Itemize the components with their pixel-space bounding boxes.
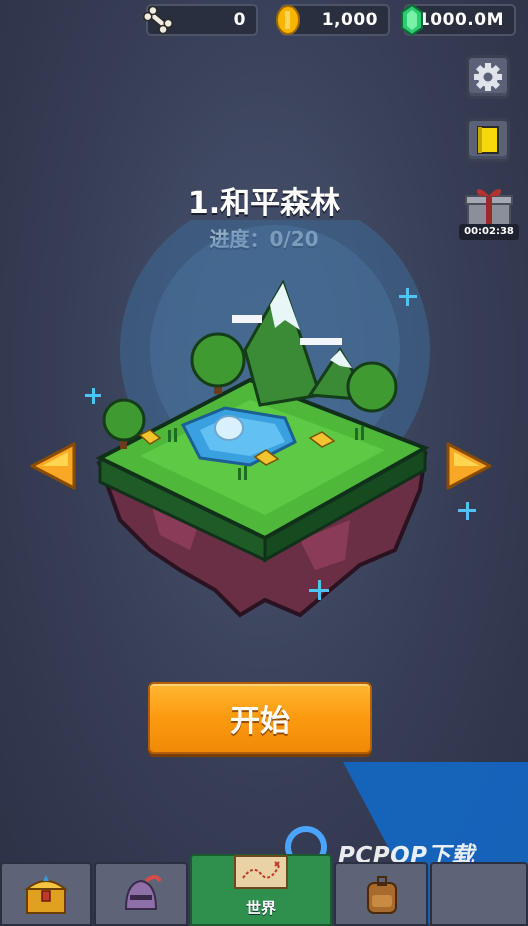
codex-book-button[interactable] — [466, 118, 510, 162]
tab-hero[interactable] — [94, 862, 188, 926]
treasure-map-icon — [234, 855, 288, 889]
tab-world[interactable]: 世界 — [190, 854, 332, 926]
tab-treasure[interactable] — [0, 862, 92, 926]
start-button-label: 开始 — [230, 704, 290, 739]
next-level-arrow[interactable] — [444, 440, 494, 492]
bone-icon — [143, 5, 173, 35]
bottom-tab-bar: 世界 — [0, 854, 528, 926]
knight-helmet-icon — [124, 875, 162, 910]
tab-world-label: 世界 — [245, 899, 276, 917]
gear-icon — [474, 63, 502, 91]
settings-button[interactable] — [466, 55, 510, 99]
start-button[interactable]: 开始 — [148, 682, 372, 754]
level-title: 1.和平森林 — [187, 186, 341, 221]
gem-icon — [401, 3, 423, 37]
tab-extra[interactable] — [430, 862, 528, 926]
coin-icon — [276, 5, 300, 35]
coin-count: 1,000 — [321, 10, 378, 30]
tab-bag[interactable] — [334, 862, 428, 926]
gem-counter: 1000.0M — [401, 3, 516, 37]
book-icon — [477, 126, 499, 154]
treasure-chest-icon — [24, 875, 68, 914]
floating-island-illustration[interactable] — [0, 220, 528, 640]
bone-count: 0 — [233, 10, 246, 30]
bone-counter: 0 — [143, 4, 258, 36]
previous-level-arrow[interactable] — [28, 440, 78, 492]
coin-counter: 1,000 — [276, 4, 390, 36]
backpack-icon — [367, 876, 397, 914]
